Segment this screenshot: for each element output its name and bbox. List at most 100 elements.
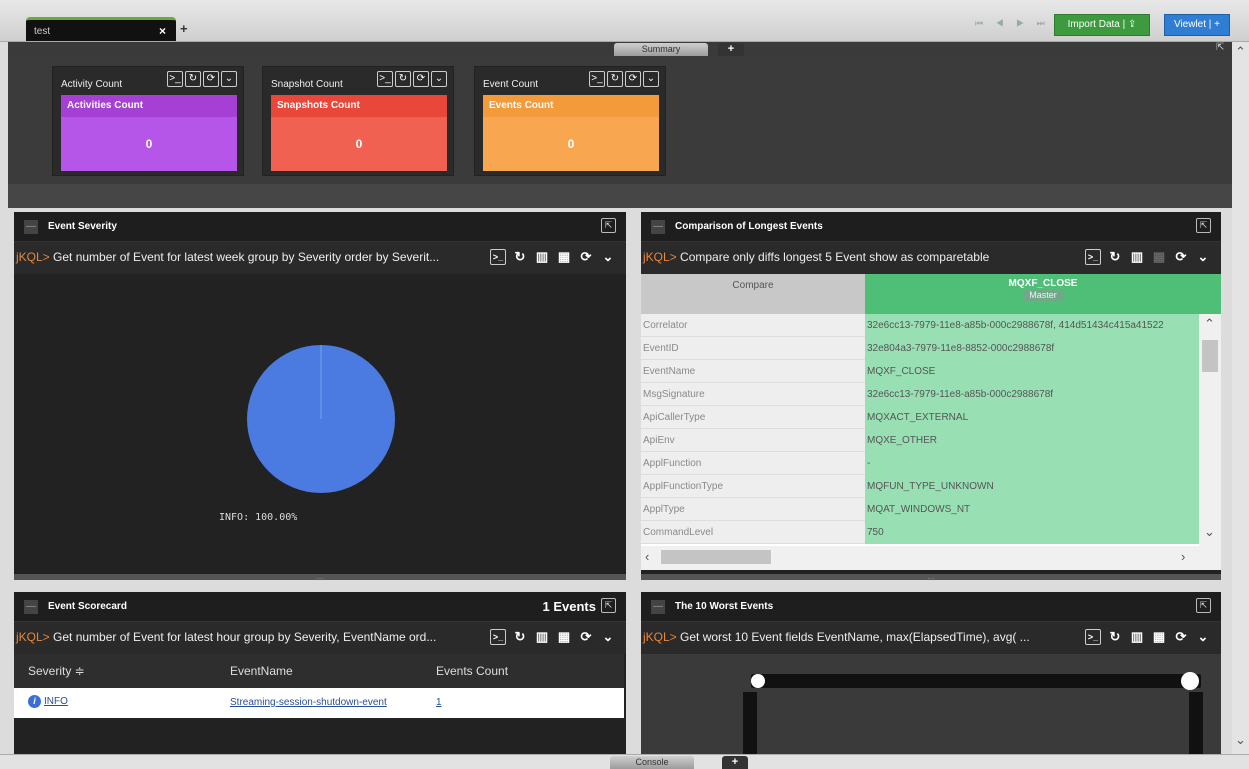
reload-icon[interactable]: ⟳ [413,71,429,87]
navigation-arrows-icon[interactable]: ⏮ ◀ ▶ ⏭ [975,18,1050,29]
scroll-down-icon[interactable]: ⌄ [1235,732,1246,748]
range-slider-handle-left[interactable] [751,674,765,688]
scroll-up-icon[interactable]: ⌃ [1235,44,1246,60]
reload-icon[interactable]: ⟳ [578,249,594,265]
calendar-icon[interactable]: ▦ [1151,629,1167,645]
query-text[interactable]: jKQL> Get worst 10 Event fields EventNam… [643,630,1030,644]
scroll-up-icon[interactable]: ⌃ [1204,316,1215,332]
row-key: CommandLevel [641,521,865,544]
console-icon[interactable]: >_ [490,249,506,265]
refresh-icon[interactable]: ↻ [512,249,528,265]
table-row: CommandLevel 750 [641,521,1221,544]
chart-icon[interactable]: ▥ [1129,249,1145,265]
query-bar[interactable]: jKQL> Get number of Event for latest hou… [14,622,626,654]
console-icon[interactable]: >_ [589,71,605,87]
table-row: ApplType MQAT_WINDOWS_NT [641,498,1221,521]
chart-icon[interactable]: ▥ [534,629,550,645]
chart-icon[interactable]: ▥ [534,249,550,265]
resize-handle[interactable]: ... [641,573,1221,581]
console-icon[interactable]: >_ [490,629,506,645]
panel-title: The 10 Worst Events [675,601,774,612]
refresh-icon[interactable]: ↻ [1107,629,1123,645]
viewlet-button[interactable]: Viewlet | + [1164,14,1230,36]
console-icon[interactable]: >_ [377,71,393,87]
collapse-icon[interactable]: — [651,220,665,234]
column-events-count[interactable]: Events Count [436,664,508,678]
refresh-icon[interactable]: ↻ [395,71,411,87]
reload-icon[interactable]: ⟳ [1173,249,1189,265]
query-string: Get worst 10 Event fields EventName, max… [676,630,1030,644]
scroll-down-icon[interactable]: ⌄ [1204,524,1215,540]
reload-icon[interactable]: ⟳ [203,71,219,87]
severity-link[interactable]: i INFO [28,695,68,708]
row-value: MQXE_OTHER [865,429,1199,452]
query-bar[interactable]: jKQL> Get number of Event for latest wee… [14,242,626,274]
calendar-icon[interactable]: ▦ [556,629,572,645]
column-severity[interactable]: Severity ≑ [28,664,85,678]
card-toolbar: >_ ↻ ⟳ ⌄ [589,71,659,87]
add-summary-button[interactable]: + [718,43,744,56]
query-bar[interactable]: jKQL> Compare only diffs longest 5 Event… [641,242,1221,274]
scroll-thumb[interactable] [661,550,771,564]
chevron-down-icon[interactable]: ⌄ [431,71,447,87]
query-keyword: jKQL> [643,630,677,644]
reload-icon[interactable]: ⟳ [1173,629,1189,645]
chevron-down-icon[interactable]: ⌄ [600,249,616,265]
pie-label: INFO: 100.00% [219,512,297,523]
tab-close-icon[interactable]: × [159,24,166,38]
vertical-scrollbar[interactable]: ⌃ ⌄ [1199,314,1221,546]
console-icon[interactable]: >_ [1085,629,1101,645]
query-text[interactable]: jKQL> Get number of Event for latest hou… [16,630,436,644]
query-text[interactable]: jKQL> Get number of Event for latest wee… [16,250,439,264]
summary-tab[interactable]: Summary [614,43,708,56]
reload-icon[interactable]: ⟳ [625,71,641,87]
refresh-icon[interactable]: ↻ [607,71,623,87]
popout-icon[interactable]: ⇱ [1196,218,1211,233]
add-console-button[interactable]: + [722,756,748,769]
collapse-icon[interactable]: — [24,220,38,234]
chevron-down-icon[interactable]: ⌄ [643,71,659,87]
popout-icon[interactable]: ⇱ [601,598,616,613]
chevron-down-icon[interactable]: ⌄ [1195,629,1211,645]
import-data-button[interactable]: Import Data | ⇪ [1054,14,1150,36]
popout-icon[interactable]: ⇱ [601,218,616,233]
card-title: Event Count [483,79,539,90]
chart-axis-right [1189,692,1203,754]
chevron-down-icon[interactable]: ⌄ [600,629,616,645]
compare-table: Compare MQXF_CLOSE Master Correlator 32e6… [641,274,1221,570]
popout-summary-icon[interactable]: ⇱ [1216,42,1224,53]
event-name-link[interactable]: Streaming-session-shutdown-event [230,697,387,708]
query-bar[interactable]: jKQL> Get worst 10 Event fields EventNam… [641,622,1221,654]
horizontal-scrollbar[interactable]: ‹ › [641,546,1221,570]
collapse-icon[interactable]: — [651,600,665,614]
scroll-thumb[interactable] [1202,340,1218,372]
row-key: ApplType [641,498,865,521]
console-icon[interactable]: >_ [167,71,183,87]
panel-header: — Event Scorecard 1 Events ⇱ [14,592,626,622]
collapse-icon[interactable]: — [24,600,38,614]
page-scrollbar[interactable]: ⌃ ⌄ [1232,42,1249,754]
range-slider-handle-right[interactable] [1181,672,1199,690]
chart-icon[interactable]: ▥ [1129,629,1145,645]
console-icon[interactable]: >_ [1085,249,1101,265]
calendar-icon[interactable]: ▦ [556,249,572,265]
reload-icon[interactable]: ⟳ [578,629,594,645]
refresh-icon[interactable]: ↻ [1107,249,1123,265]
chevron-down-icon[interactable]: ⌄ [1195,249,1211,265]
query-text[interactable]: jKQL> Compare only diffs longest 5 Event… [643,250,989,264]
scroll-right-icon[interactable]: › [1181,549,1185,564]
column-event-name[interactable]: EventName [230,664,293,678]
scroll-left-icon[interactable]: ‹ [645,549,649,564]
refresh-icon[interactable]: ↻ [512,629,528,645]
console-tab[interactable]: Console [610,756,694,769]
chevron-down-icon[interactable]: ⌄ [221,71,237,87]
info-icon: i [28,695,41,708]
add-tab-button[interactable]: + [180,21,188,36]
count-link[interactable]: 1 [436,697,442,708]
range-slider-track[interactable] [751,674,1201,688]
tab-test[interactable]: test × [26,17,176,41]
popout-icon[interactable]: ⇱ [1196,598,1211,613]
resize-handle[interactable]: ... [14,573,626,581]
refresh-icon[interactable]: ↻ [185,71,201,87]
pie-chart: INFO: 100.00% [219,345,395,523]
